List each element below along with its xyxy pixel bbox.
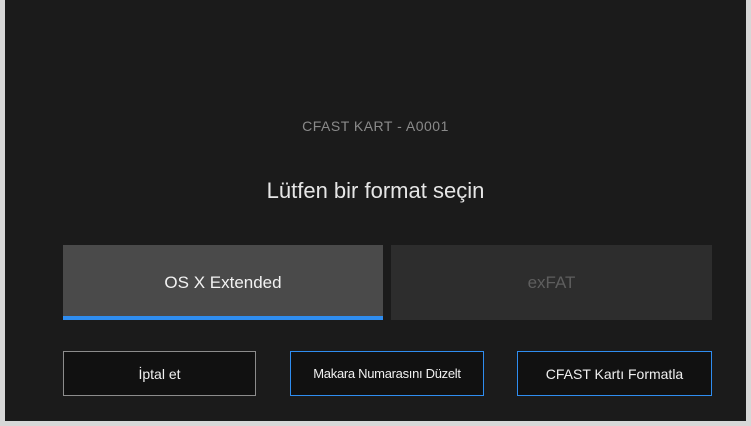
format-option-os-x-extended[interactable]: OS X Extended <box>63 245 383 320</box>
dialog-prompt: Lütfen bir format seçin <box>266 178 485 203</box>
cancel-button-label: İptal et <box>138 365 181 382</box>
edit-reel-number-label: Makara Numarasını Düzelt <box>313 366 461 381</box>
format-option-label: OS X Extended <box>164 272 282 292</box>
format-option-label: exFAT <box>527 272 576 292</box>
format-option-exfat[interactable]: exFAT <box>391 245 712 320</box>
card-name-label: CFAST KART - A0001 <box>302 118 449 134</box>
format-card-label: CFAST Kartı Formatla <box>545 365 684 382</box>
cancel-button[interactable]: İptal et <box>63 351 256 396</box>
edit-reel-number-button[interactable]: Makara Numarasını Düzelt <box>290 351 484 396</box>
format-card-dialog: CFAST KART - A0001 Lütfen bir format seç… <box>5 0 746 421</box>
format-card-button[interactable]: CFAST Kartı Formatla <box>517 351 712 396</box>
selected-indicator <box>63 316 383 320</box>
